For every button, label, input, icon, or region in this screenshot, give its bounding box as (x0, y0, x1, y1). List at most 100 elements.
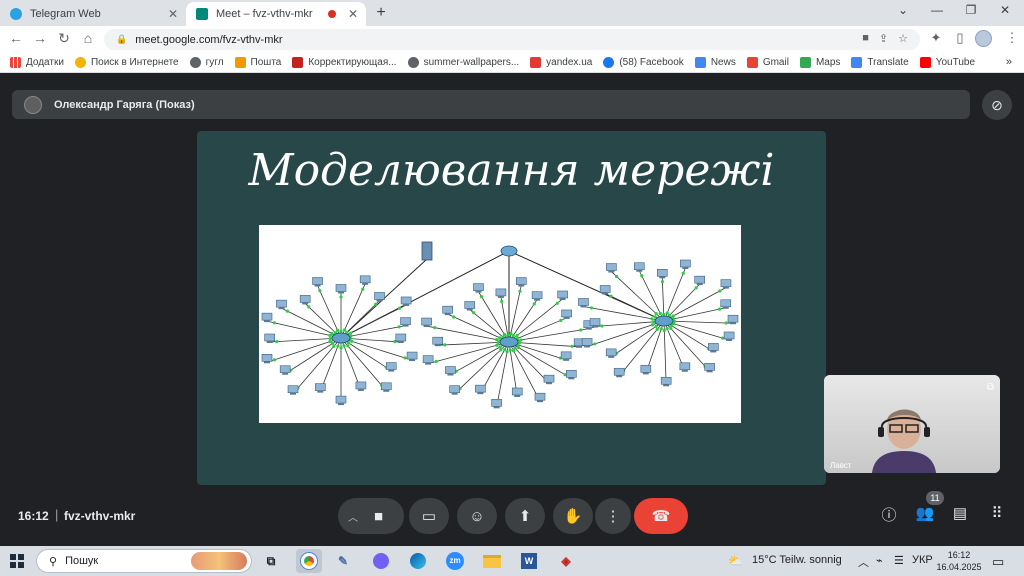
pc-stand (580, 305, 587, 308)
forward-icon[interactable]: → (30, 30, 50, 46)
language-indicator[interactable]: УКР (912, 554, 933, 566)
weather-icon[interactable]: ⛅ (728, 554, 743, 568)
reload-icon[interactable]: ↻ (54, 30, 74, 47)
bookmark-star-icon[interactable]: ☆ (898, 32, 908, 45)
lock-icon[interactable]: 🔒 (116, 34, 127, 45)
bookmark-youtube[interactable]: YouTube (919, 57, 975, 68)
restore-icon[interactable]: ❐ (958, 3, 984, 17)
tab-meet[interactable]: Meet – fvz-vthv-mkr ✕ (186, 2, 366, 26)
wifi-icon[interactable]: ☰ (894, 554, 904, 567)
link-light (346, 344, 350, 348)
chat-icon[interactable]: ▤ (947, 504, 973, 522)
pc-icon (599, 285, 611, 293)
edge-taskbar-icon[interactable] (405, 549, 431, 573)
minimize-icon[interactable]: — (924, 3, 950, 17)
bookmark-google[interactable]: гугл (189, 57, 224, 68)
network-topology-image (261, 241, 739, 409)
profile-avatar[interactable] (975, 30, 992, 47)
presentation-app-taskbar-icon[interactable]: ◈ (553, 549, 579, 573)
tab-telegram[interactable]: Telegram Web ✕ (0, 2, 186, 26)
pc-stand (726, 338, 733, 341)
raise-hand-button[interactable]: ✋ (553, 498, 593, 534)
people-icon[interactable]: 👥 (912, 504, 938, 522)
pc-stand (563, 358, 570, 361)
chrome-taskbar-icon[interactable] (296, 549, 322, 573)
link-light (398, 306, 402, 310)
info-icon[interactable]: ⓘ (876, 504, 902, 525)
pc-stand (730, 322, 736, 325)
new-tab-button[interactable]: + (372, 4, 390, 22)
leave-call-button[interactable]: ☎ (634, 498, 688, 534)
bookmark-maps[interactable]: Maps (799, 57, 840, 68)
file-explorer-taskbar-icon[interactable] (479, 549, 505, 573)
bookmark-mail[interactable]: Пошта (234, 57, 281, 68)
bookmark-wallpapers[interactable]: summer-wallpapers... (407, 57, 519, 68)
extensions-icon[interactable]: ✦ (926, 30, 946, 46)
bookmark-translate[interactable]: Translate (851, 57, 909, 68)
side-panel-icon[interactable]: ▯ (950, 30, 970, 46)
zoom-taskbar-icon[interactable]: zm (442, 549, 468, 573)
bookmark-gmail[interactable]: Gmail (746, 57, 789, 68)
share-icon[interactable]: ⇪ (879, 32, 888, 45)
close-window-icon[interactable]: ✕ (992, 3, 1018, 17)
tile-options-icon[interactable]: ⧉ (987, 382, 994, 393)
link-light (669, 326, 673, 331)
bookmark-facebook[interactable]: (58) Facebook (603, 57, 684, 68)
paint-taskbar-icon[interactable]: ✎ (330, 549, 356, 573)
bookmark-yandex[interactable]: yandex.ua (530, 57, 592, 68)
camera-control[interactable]: ︿ ■ (338, 498, 404, 534)
hangup-icon: ☎ (651, 508, 671, 525)
back-icon[interactable]: ← (6, 30, 26, 46)
pc-icon (445, 366, 456, 374)
separator: | (55, 507, 59, 522)
viber-taskbar-icon[interactable] (368, 549, 394, 573)
bookmark-apps[interactable]: Додатки (10, 57, 64, 68)
present-button[interactable]: ⬆ (505, 498, 545, 534)
home-icon[interactable]: ⌂ (78, 30, 98, 46)
bookmark-search[interactable]: Поиск в Интернете (74, 57, 179, 68)
taskbar-search[interactable]: ⚲ Пошук (36, 549, 252, 573)
pc-icon (422, 355, 434, 363)
taskbar-clock[interactable]: 16:12 16.04.2025 (936, 549, 982, 573)
reactions-button[interactable]: ☺ (457, 498, 497, 534)
pc-icon (660, 376, 672, 385)
bookmark-corrective[interactable]: Корректирующая... (292, 57, 397, 68)
tab-search-icon[interactable]: ⌄ (890, 3, 916, 17)
bookmarks-overflow-button[interactable]: » (1006, 56, 1012, 68)
pc-stand (559, 297, 566, 300)
pc-stand (636, 269, 643, 272)
translate-icon (851, 57, 863, 68)
windows-start-icon[interactable] (10, 554, 24, 568)
pc-stand (317, 390, 324, 393)
link-light (330, 331, 334, 336)
switch-icon (654, 315, 674, 327)
bookmarks-bar: Додатки Поиск в Интернете гугл Пошта Кор… (0, 53, 1024, 73)
close-tab-icon[interactable]: ✕ (344, 7, 362, 21)
unpin-icon[interactable]: ⊘ (982, 90, 1012, 120)
captions-button[interactable]: ▭ (409, 498, 449, 534)
presenter-bar: Олександр Гаряга (Показ) (12, 90, 970, 119)
link-light (339, 346, 343, 350)
presenter-name: Олександр Гаряга (Показ) (54, 98, 195, 111)
camera-icon[interactable]: ■ (862, 32, 869, 45)
more-options-button[interactable]: ⋮ (595, 498, 631, 534)
link-light (609, 294, 613, 298)
close-tab-icon[interactable]: ✕ (164, 7, 182, 21)
menu-icon[interactable]: ⋮ (1002, 30, 1022, 46)
camera-icon[interactable]: ■ (374, 508, 383, 525)
pc-icon (561, 309, 572, 318)
hand-icon: ✋ (563, 508, 583, 525)
word-taskbar-icon[interactable]: W (516, 549, 542, 573)
bookmark-news[interactable]: News (694, 57, 736, 68)
task-view-icon[interactable]: ⧉ (258, 549, 284, 573)
notifications-icon[interactable]: ▭ (992, 554, 1004, 570)
weather-text[interactable]: 15°C Teilw. sonnig (752, 554, 842, 566)
activities-icon[interactable]: ⠿ (984, 504, 1010, 522)
pc-stand (290, 392, 297, 395)
address-bar[interactable]: 🔒 meet.google.com/fvz-vthv-mkr ■ ⇪ ☆ (104, 29, 920, 50)
pc-stand (266, 341, 273, 343)
tray-chevron-up-icon[interactable]: ︿ (858, 554, 869, 570)
chevron-up-icon[interactable]: ︿ (348, 509, 358, 524)
network-icon[interactable]: ⌁ (876, 554, 883, 567)
pc-icon (473, 283, 484, 291)
